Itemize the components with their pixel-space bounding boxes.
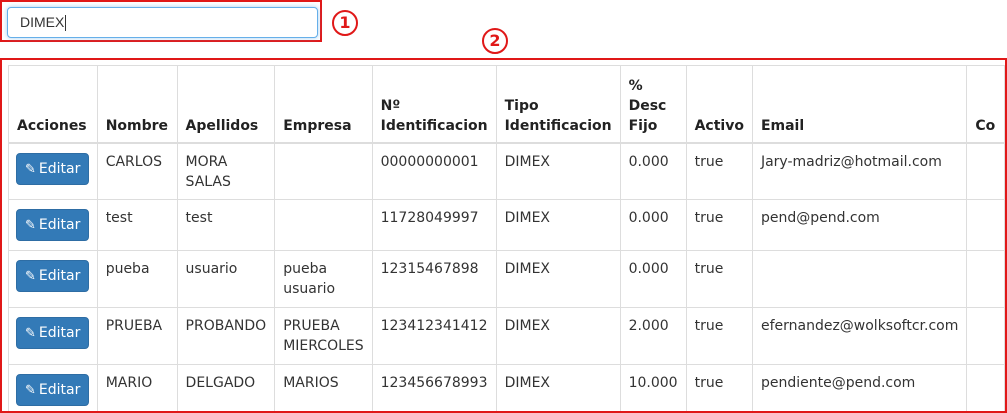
cell-desc: 0.000 <box>619 250 687 308</box>
cell-desc: 0.000 <box>619 199 687 251</box>
cell-email <box>751 250 968 308</box>
cell-identificacion: 12315467898 <box>371 250 497 308</box>
cell-empresa: MARIOS <box>274 364 373 411</box>
edit-icon: ✎ <box>25 161 36 177</box>
cell-activo: true <box>685 199 753 251</box>
cell-nombre: CARLOS <box>96 142 178 200</box>
cell-nombre: PRUEBA <box>96 307 178 365</box>
cell-tipo: DIMEX <box>495 142 621 200</box>
cell-tipo: DIMEX <box>495 199 621 251</box>
cell-desc: 2.000 <box>619 307 687 365</box>
table-row: ✎ Editar pueba usuario pueba usuario 1231… <box>8 250 1005 308</box>
annotation-marker-1: 1 <box>332 10 358 36</box>
cell-nombre: test <box>96 199 178 251</box>
cell-co <box>966 307 1005 365</box>
actions-cell: ✎ Editar <box>8 142 98 200</box>
cell-co <box>966 142 1005 200</box>
search-highlight-box: DIMEX <box>0 0 322 42</box>
cell-apellidos: MORA SALAS <box>176 142 276 200</box>
actions-cell: ✎ Editar <box>8 307 98 365</box>
column-header-email[interactable]: Email <box>751 65 968 144</box>
edit-button[interactable]: ✎ Editar <box>16 374 90 406</box>
annotation-marker-2: 2 <box>482 28 508 54</box>
search-input[interactable]: DIMEX <box>7 7 318 38</box>
edit-button-label: Editar <box>38 325 81 341</box>
table-header-row: Acciones Nombre Apellidos Empresa Nº Ide… <box>8 65 1005 144</box>
edit-button-label: Editar <box>38 160 81 177</box>
column-header-nombre[interactable]: Nombre <box>96 65 178 144</box>
cell-apellidos: test <box>176 199 276 251</box>
text-caret <box>65 15 67 32</box>
table-row: ✎ Editar PRUEBA PROBANDO PRUEBA MIERCOLES… <box>8 307 1005 365</box>
edit-button[interactable]: ✎ Editar <box>16 317 90 349</box>
edit-button-label: Editar <box>38 268 81 284</box>
cell-identificacion: 123412341412 <box>371 307 497 365</box>
cell-email: efernandez@wolksoftcr.com <box>751 307 968 365</box>
edit-icon: ✎ <box>25 383 36 398</box>
cell-activo: true <box>685 250 753 308</box>
edit-button[interactable]: ✎ Editar <box>16 260 90 292</box>
column-header-apellidos[interactable]: Apellidos <box>176 65 276 144</box>
cell-email: Jary-madriz@hotmail.com <box>751 142 968 200</box>
actions-cell: ✎ Editar <box>8 199 98 251</box>
cell-empresa: pueba usuario <box>274 250 373 308</box>
cell-apellidos: usuario <box>176 250 276 308</box>
column-header-empresa[interactable]: Empresa <box>274 65 373 144</box>
cell-identificacion: 00000000001 <box>371 142 497 200</box>
cell-desc: 10.000 <box>619 364 687 411</box>
edit-button[interactable]: ✎ Editar <box>16 209 90 241</box>
results-table: Acciones Nombre Apellidos Empresa Nº Ide… <box>8 65 1005 411</box>
column-header-co[interactable]: Co <box>966 65 1005 144</box>
table-row: ✎ Editar MARIO DELGADO MARIOS 12345667899… <box>8 364 1005 411</box>
cell-co <box>966 250 1005 308</box>
cell-email: pendiente@pend.com <box>751 364 968 411</box>
cell-tipo: DIMEX <box>495 250 621 308</box>
cell-tipo: DIMEX <box>495 307 621 365</box>
edit-icon: ✎ <box>25 326 36 341</box>
column-header-desc-fijo[interactable]: % Desc Fijo <box>619 65 687 144</box>
cell-email: pend@pend.com <box>751 199 968 251</box>
cell-co <box>966 199 1005 251</box>
cell-desc: 0.000 <box>619 142 687 200</box>
actions-cell: ✎ Editar <box>8 250 98 308</box>
edit-button-label: Editar <box>38 382 81 398</box>
cell-empresa: PRUEBA MIERCOLES <box>274 307 373 365</box>
column-header-tipo-identificacion[interactable]: Tipo Identificacion <box>495 65 621 144</box>
table-row: ✎ Editar test test 11728049997 DIMEX 0.00… <box>8 199 1005 251</box>
cell-empresa <box>274 142 373 200</box>
column-header-acciones[interactable]: Acciones <box>8 65 98 144</box>
cell-activo: true <box>685 142 753 200</box>
cell-activo: true <box>685 307 753 365</box>
cell-activo: true <box>685 364 753 411</box>
cell-tipo: DIMEX <box>495 364 621 411</box>
cell-apellidos: PROBANDO <box>176 307 276 365</box>
cell-apellidos: DELGADO <box>176 364 276 411</box>
cell-nombre: pueba <box>96 250 178 308</box>
cell-nombre: MARIO <box>96 364 178 411</box>
edit-button-label: Editar <box>38 217 81 233</box>
cell-identificacion: 123456678993 <box>371 364 497 411</box>
cell-identificacion: 11728049997 <box>371 199 497 251</box>
cell-empresa <box>274 199 373 251</box>
cell-co <box>966 364 1005 411</box>
results-table-highlight-box: Acciones Nombre Apellidos Empresa Nº Ide… <box>0 58 1007 413</box>
column-header-activo[interactable]: Activo <box>685 65 753 144</box>
search-input-value: DIMEX <box>20 14 65 30</box>
edit-button[interactable]: ✎ Editar <box>16 152 90 185</box>
edit-icon: ✎ <box>25 218 36 233</box>
column-header-identificacion[interactable]: Nº Identificacion <box>371 65 497 144</box>
table-row: ✎ Editar CARLOS MORA SALAS 00000000001 DI… <box>8 142 1005 200</box>
actions-cell: ✎ Editar <box>8 364 98 411</box>
edit-icon: ✎ <box>25 269 36 284</box>
